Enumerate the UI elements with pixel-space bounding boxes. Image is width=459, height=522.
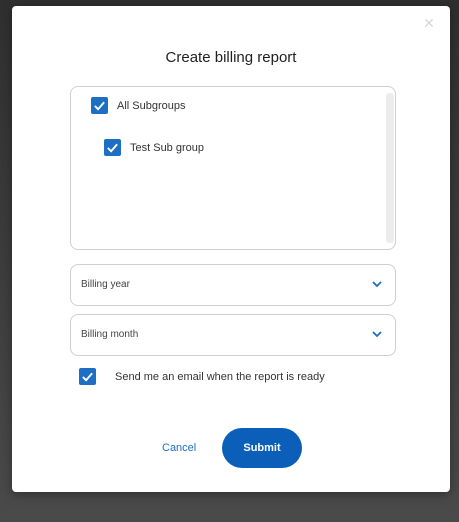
chevron-down-icon	[372, 281, 382, 288]
subgroup-label: All Subgroups	[117, 99, 186, 112]
create-billing-report-dialog: ✕ Create billing report All Subgroups Te…	[12, 6, 450, 492]
scrollbar[interactable]	[386, 93, 394, 243]
dialog-title: Create billing report	[165, 49, 297, 66]
billing-year-placeholder: Billing year	[81, 279, 130, 290]
check-icon	[107, 143, 118, 153]
submit-button[interactable]: Submit	[222, 428, 302, 468]
subgroup-item-test[interactable]: Test Sub group	[104, 139, 204, 156]
email-option[interactable]: Send me an email when the report is read…	[79, 368, 325, 385]
billing-month-placeholder: Billing month	[81, 329, 139, 340]
email-checkbox[interactable]	[79, 368, 96, 385]
billing-year-select[interactable]: Billing year	[70, 264, 396, 306]
subgroup-list: All Subgroups Test Sub group	[70, 86, 396, 250]
check-icon	[94, 101, 105, 111]
checkbox-checked[interactable]	[104, 139, 121, 156]
billing-month-select[interactable]: Billing month	[70, 314, 396, 356]
cancel-button[interactable]: Cancel	[162, 442, 196, 454]
subgroup-label: Test Sub group	[130, 141, 204, 154]
email-option-label: Send me an email when the report is read…	[115, 370, 325, 383]
close-icon[interactable]: ✕	[422, 16, 436, 30]
checkbox-checked[interactable]	[91, 97, 108, 114]
check-icon	[82, 372, 93, 382]
chevron-down-icon	[372, 331, 382, 338]
subgroup-item-all[interactable]: All Subgroups	[91, 97, 186, 114]
